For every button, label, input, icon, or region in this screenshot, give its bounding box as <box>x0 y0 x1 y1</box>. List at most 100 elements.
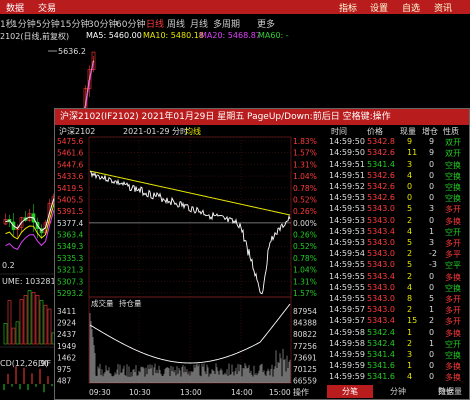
tick-row: 14:59:55 5343.0 8 5 多开 <box>325 294 470 305</box>
tick-price: 5343.0 <box>367 249 395 259</box>
tick-row: 14:59:52 5342.6 0 0 空换 <box>325 182 470 193</box>
time-axis-label: 09:30 <box>89 388 111 397</box>
daily-volume-bar <box>35 294 40 345</box>
daily-volume-bar <box>39 300 44 345</box>
tick-nature: 空换 <box>445 171 461 181</box>
tick-row: 14:59:53 5343.0 5 3 多开 <box>325 238 470 249</box>
tick-nature: 多开 <box>445 317 461 327</box>
pct-axis-label: 1.04% <box>293 266 317 275</box>
menu-news[interactable]: 资讯 <box>434 1 452 14</box>
tick-price: 5342.4 <box>367 327 395 337</box>
tick-volume: 2 <box>407 271 413 281</box>
time-axis-label: 10:30 <box>129 388 151 397</box>
volume-axis-label: 2437 <box>57 330 76 339</box>
tick-row: 14:59:55 5343.0 5 -3 空平 <box>325 260 470 271</box>
tick-volume: 4 <box>407 282 413 292</box>
tick-oi-change: 0 <box>429 159 435 169</box>
menu-trade[interactable]: 交易 <box>38 1 56 14</box>
tick-nature: 空开 <box>445 227 461 237</box>
tab-minute[interactable]: 分钟 <box>375 385 421 398</box>
tick-row: 14:59:55 5343.4 2 0 多换 <box>325 272 470 283</box>
tick-row: 14:59:53 5342.6 0 0 空换 <box>325 193 470 204</box>
tick-row: 14:59:59 5341.6 1 0 多换 <box>325 361 470 372</box>
tick-volume: 3 <box>407 159 413 169</box>
tick-oi-change: 9 <box>429 148 435 158</box>
tick-volume: 2 <box>407 338 413 348</box>
oi-axis-label: 77256 <box>293 342 317 351</box>
tick-nature: 多开 <box>445 239 461 248</box>
tick-oi-change: 0 <box>429 193 435 203</box>
tick-volume: 4 <box>407 372 413 382</box>
tick-time: 14:59:59 <box>329 361 365 371</box>
tick-row: 14:59:51 5342.6 4 0 空换 <box>325 171 470 182</box>
tick-volume: 4 <box>407 170 413 180</box>
daily-volume-bar <box>15 321 20 345</box>
tab-multi[interactable]: 多周期 <box>213 17 240 30</box>
tab-5min[interactable]: 5分钟 <box>36 17 60 30</box>
pct-axis-label: 1.31% <box>293 277 317 286</box>
dif-label: DIF <box>38 359 52 368</box>
intraday-popup[interactable]: 沪深2102(IF2102) 2021年01月29日 星期五 PageUp/Do… <box>54 108 470 400</box>
tab-weekly[interactable]: 周线 <box>167 17 185 30</box>
tick-time: 14:59:52 <box>329 182 365 191</box>
tick-time: 14:59:57 <box>329 316 365 326</box>
tab-1min[interactable]: 1分钟 <box>12 17 36 30</box>
pct-axis-label: 0.78% <box>293 184 317 193</box>
tab-more[interactable]: 更多 <box>257 17 275 30</box>
menu-data[interactable]: 数据 <box>6 1 24 14</box>
price-axis-label: 5363.4 <box>57 231 83 240</box>
tab-60min[interactable]: 60分钟 <box>116 17 145 30</box>
tick-time: 14:59:58 <box>329 327 365 337</box>
tick-oi-change: 1 <box>429 305 435 315</box>
tick-time: 14:59:55 <box>329 282 365 292</box>
price-label-left: 0.2 <box>2 261 15 270</box>
tick-time: 14:59:54 <box>329 249 365 259</box>
tick-volume: 5 <box>407 260 413 270</box>
tick-volume: 15 <box>407 316 418 326</box>
tick-row: 14:59:58 5342.4 1 0 多换 <box>325 328 470 339</box>
oi-section-label: 持仓量 <box>119 298 142 308</box>
tick-oi-change: 1 <box>429 226 435 236</box>
tick-time: 14:59:58 <box>329 338 365 348</box>
tab-30min[interactable]: 30分钟 <box>88 17 117 30</box>
top-menu-bar: 数据 交易 指标 设置 自选 资讯 <box>0 0 470 14</box>
tick-price: 5341.6 <box>367 372 395 382</box>
tab-15min[interactable]: 15分钟 <box>60 17 89 30</box>
tick-nature: 多开 <box>445 306 461 316</box>
price-axis-label: 5475.6 <box>57 137 83 146</box>
col-nature: 性质 <box>443 127 459 136</box>
tick-row: 14:59:53 5343.0 2 0 多换 <box>325 216 470 227</box>
daily-volume-bar <box>27 290 32 345</box>
tab-daily[interactable]: 日线 <box>146 17 164 30</box>
tick-row: 14:59:57 5343.4 15 2 多开 <box>325 316 470 327</box>
tick-price: 5343.0 <box>367 282 395 292</box>
tick-nature: 双开 <box>445 149 461 159</box>
tab-ticks[interactable]: 分笔 <box>327 385 373 398</box>
tick-oi-change: 3 <box>429 204 435 214</box>
tick-oi-change: -2 <box>429 249 437 259</box>
tick-volume: 1 <box>407 327 413 337</box>
pct-axis-label: 0.26% <box>293 231 317 240</box>
tick-volume: 2 <box>407 215 413 225</box>
tick-oi-change: 5 <box>429 294 435 303</box>
operate-button[interactable]: 操作 <box>293 387 309 397</box>
oi-axis-label: 70125 <box>293 365 317 374</box>
menu-settings[interactable]: 设置 <box>370 1 388 14</box>
popup-title[interactable]: 沪深2102(IF2102) 2021年01月29日 星期五 PageUp/Do… <box>55 109 469 125</box>
tick-oi-change: 0 <box>429 170 435 180</box>
tab-monthly[interactable]: 月线 <box>190 17 208 30</box>
tick-nature: 多换 <box>445 272 461 282</box>
tick-price: 5343.4 <box>367 226 395 236</box>
menu-watchlist[interactable]: 自选 <box>402 1 420 14</box>
daily-volume-bar <box>19 299 24 345</box>
daily-volume-bar <box>7 300 12 345</box>
tick-volume: 3 <box>407 350 413 359</box>
tick-price: 5343.0 <box>367 305 395 315</box>
daily-volume-bar <box>31 291 36 345</box>
tick-volume: 11 <box>407 148 418 158</box>
price-axis-label: 5293.2 <box>57 289 83 298</box>
volume-axis-label: 487 <box>57 377 72 386</box>
menu-indicator[interactable]: 指标 <box>339 1 357 14</box>
avg-line-label: 均线 <box>185 126 201 136</box>
volume-axis-label: 2924 <box>57 319 76 328</box>
